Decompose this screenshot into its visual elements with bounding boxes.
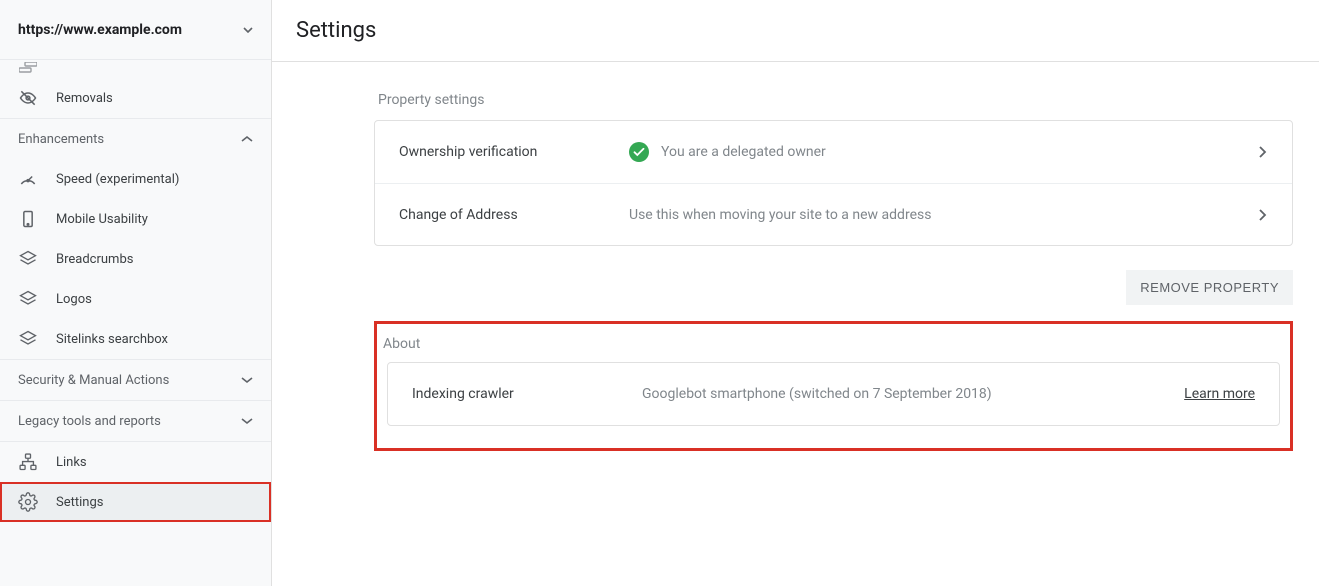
row-indexing-crawler: Indexing crawler Googlebot smartphone (s… xyxy=(388,363,1279,425)
section-label: Security & Manual Actions xyxy=(18,373,169,388)
sidebar-item-label: Sitelinks searchbox xyxy=(56,332,168,347)
sidebar-item-links[interactable]: Links xyxy=(0,442,271,482)
sidebar-item-label: Links xyxy=(56,455,87,470)
eye-off-icon xyxy=(18,88,38,108)
sidebar-item-label: Mobile Usability xyxy=(56,212,148,227)
sidebar-item-breadcrumbs[interactable]: Breadcrumbs xyxy=(0,239,271,279)
sidebar-section-legacy[interactable]: Legacy tools and reports xyxy=(0,401,271,441)
sidebar-item-logos[interactable]: Logos xyxy=(0,279,271,319)
remove-property-button[interactable]: REMOVE PROPERTY xyxy=(1126,270,1293,305)
sidebar-item-label: Speed (experimental) xyxy=(56,172,179,187)
sidebar-item-label: Settings xyxy=(56,495,103,510)
section-label: Enhancements xyxy=(18,132,104,147)
section-label: Legacy tools and reports xyxy=(18,414,161,429)
sidebar-item-sitelinks-searchbox[interactable]: Sitelinks searchbox xyxy=(0,319,271,359)
main: Settings Property settings Ownership ver… xyxy=(272,0,1319,586)
sidebar-item-mobile-usability[interactable]: Mobile Usability xyxy=(0,199,271,239)
sidebar-section-enhancements[interactable]: Enhancements xyxy=(0,119,271,159)
row-status-text: Googlebot smartphone (switched on 7 Sept… xyxy=(642,386,992,402)
sidebar-section-security[interactable]: Security & Manual Actions xyxy=(0,360,271,400)
property-selector[interactable]: https://www.example.com xyxy=(0,0,271,60)
gear-icon xyxy=(18,492,38,512)
sidebar-item-speed[interactable]: Speed (experimental) xyxy=(0,159,271,199)
sidebar-item-removals[interactable]: Removals xyxy=(0,78,271,118)
sidebar-scroll: Removals Enhancements Speed (experimenta… xyxy=(0,60,271,586)
section-about-label: About xyxy=(383,336,1280,352)
check-circle-icon xyxy=(629,142,649,162)
row-title: Change of Address xyxy=(399,207,629,223)
chevron-down-icon xyxy=(241,376,253,384)
section-property-settings-label: Property settings xyxy=(374,92,1293,108)
generic-icon xyxy=(18,60,38,78)
sidebar-item-settings[interactable]: Settings xyxy=(0,482,271,522)
row-title: Ownership verification xyxy=(399,144,629,160)
layers-icon xyxy=(18,289,38,309)
row-ownership-verification[interactable]: Ownership verification You are a delegat… xyxy=(375,121,1292,183)
row-status-text: You are a delegated owner xyxy=(661,144,826,160)
chevron-right-icon xyxy=(1258,208,1268,222)
property-url: https://www.example.com xyxy=(18,22,182,38)
about-card: Indexing crawler Googlebot smartphone (s… xyxy=(387,362,1280,426)
sidebar: https://www.example.com Removals Enhance… xyxy=(0,0,272,586)
row-status-text: Use this when moving your site to a new … xyxy=(629,207,931,223)
learn-more-link[interactable]: Learn more xyxy=(1184,386,1255,402)
mobile-icon xyxy=(18,209,38,229)
chevron-down-icon xyxy=(241,417,253,425)
property-settings-card: Ownership verification You are a delegat… xyxy=(374,120,1293,246)
about-section-highlight: About Indexing crawler Googlebot smartph… xyxy=(374,321,1293,451)
sidebar-item-partial[interactable] xyxy=(0,60,271,78)
sidebar-item-label: Logos xyxy=(56,292,92,307)
gauge-icon xyxy=(18,169,38,189)
topbar: Settings xyxy=(272,0,1319,62)
content: Property settings Ownership verification… xyxy=(272,62,1319,586)
chevron-up-icon xyxy=(241,135,253,143)
caret-down-icon xyxy=(243,27,253,33)
layers-icon xyxy=(18,329,38,349)
sitemap-icon xyxy=(18,452,38,472)
page-title: Settings xyxy=(296,18,376,43)
sidebar-item-label: Removals xyxy=(56,91,113,106)
row-title: Indexing crawler xyxy=(412,386,642,402)
chevron-right-icon xyxy=(1258,145,1268,159)
sidebar-item-label: Breadcrumbs xyxy=(56,252,133,267)
layers-icon xyxy=(18,249,38,269)
row-change-of-address[interactable]: Change of Address Use this when moving y… xyxy=(375,183,1292,245)
